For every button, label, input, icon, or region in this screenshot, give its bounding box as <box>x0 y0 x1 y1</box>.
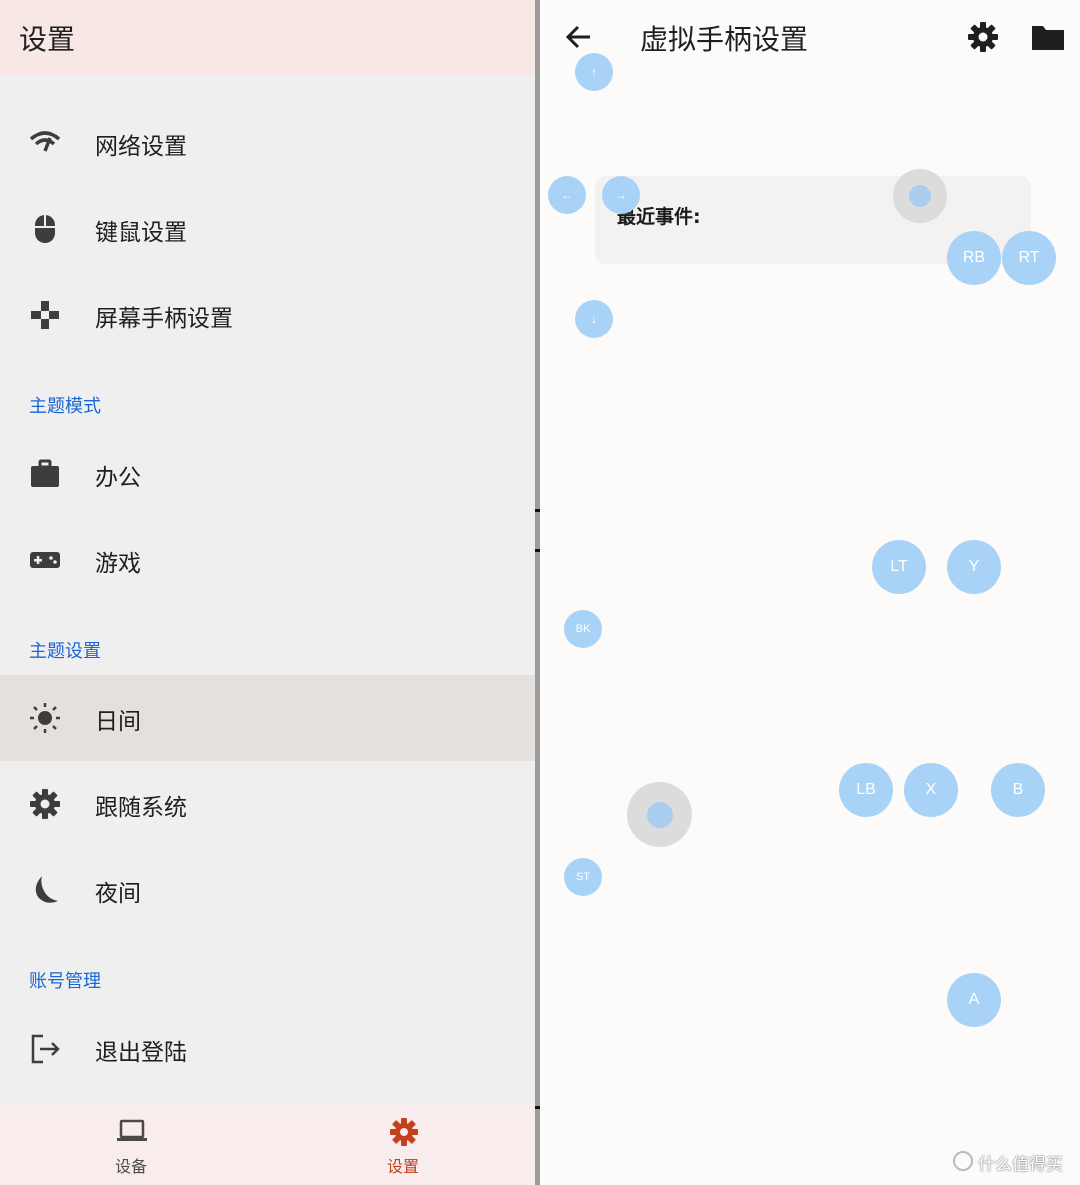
menu-label: 夜间 <box>95 881 141 907</box>
watermark-logo-icon <box>953 1151 973 1171</box>
right-joystick-knob[interactable] <box>909 185 931 207</box>
menu-item-night[interactable]: 夜间 <box>0 847 535 933</box>
gear-icon[interactable] <box>966 20 1000 54</box>
menu-item-network[interactable]: 网络设置 <box>0 100 535 186</box>
start-button[interactable]: ST <box>564 858 602 896</box>
settings-pane: 设置 网络设置 键鼠设置 屏幕手柄设置 主题模式 办公 游戏 主题设置 日间 跟… <box>0 0 535 1185</box>
menu-label: 屏幕手柄设置 <box>95 306 233 332</box>
rt-button[interactable]: RT <box>1002 231 1056 285</box>
lb-button[interactable]: LB <box>839 763 893 817</box>
sun-icon <box>30 703 60 733</box>
menu-item-game[interactable]: 游戏 <box>0 517 535 603</box>
section-theme-settings: 主题设置 <box>29 641 101 662</box>
menu-item-office[interactable]: 办公 <box>0 431 535 517</box>
mouse-icon <box>35 215 55 243</box>
virtual-gamepad-pane: 虚拟手柄设置 最近事件: ↑ ← → ↓ RB RT LT Y BK LB X … <box>540 0 1080 1185</box>
folder-icon[interactable] <box>1030 20 1066 54</box>
menu-item-logout[interactable]: 退出登陆 <box>0 1006 535 1092</box>
menu-label: 日间 <box>95 709 141 735</box>
moon-icon <box>35 876 58 903</box>
wifi-icon <box>29 131 61 152</box>
menu-item-keyboard-mouse[interactable]: 键鼠设置 <box>0 186 535 272</box>
page-title: 设置 <box>19 23 76 56</box>
bottom-nav: 设备 设置 <box>0 1105 535 1185</box>
gear-icon <box>390 1118 418 1146</box>
dpad-up-button[interactable]: ↑ <box>575 53 613 91</box>
page-title: 虚拟手柄设置 <box>640 23 809 56</box>
laptop-icon <box>117 1119 147 1141</box>
settings-header: 设置 <box>0 0 535 76</box>
gamepad-icon <box>31 301 59 329</box>
dpad-right-button[interactable]: → <box>602 176 640 214</box>
nav-devices[interactable]: 设备 <box>71 1105 191 1185</box>
lt-button[interactable]: LT <box>872 540 926 594</box>
nav-label: 设置 <box>386 1157 419 1176</box>
menu-label: 退出登陆 <box>95 1040 187 1066</box>
menu-item-day[interactable]: 日间 <box>0 675 535 761</box>
section-theme-mode: 主题模式 <box>29 396 101 417</box>
dpad-down-button[interactable]: ↓ <box>575 300 613 338</box>
logout-icon <box>31 1034 60 1064</box>
controller-icon <box>30 552 60 568</box>
section-account: 账号管理 <box>29 971 101 992</box>
menu-label: 网络设置 <box>95 134 187 160</box>
menu-label: 跟随系统 <box>95 795 187 821</box>
left-joystick-knob[interactable] <box>647 802 673 828</box>
dpad-left-button[interactable]: ← <box>548 176 586 214</box>
back-button[interactable]: BK <box>564 610 602 648</box>
menu-label: 游戏 <box>95 551 141 577</box>
gear-icon <box>30 789 60 819</box>
y-button[interactable]: Y <box>947 540 1001 594</box>
back-arrow-icon[interactable] <box>562 20 596 54</box>
x-button[interactable]: X <box>904 763 958 817</box>
menu-item-screen-gamepad[interactable]: 屏幕手柄设置 <box>0 272 535 358</box>
watermark-text: 什么值得买 <box>978 1155 1063 1175</box>
nav-label: 设备 <box>114 1157 147 1176</box>
b-button[interactable]: B <box>991 763 1045 817</box>
nav-settings[interactable]: 设置 <box>343 1105 463 1185</box>
menu-label: 键鼠设置 <box>95 220 187 246</box>
a-button[interactable]: A <box>947 973 1001 1027</box>
menu-label: 办公 <box>95 465 141 491</box>
menu-item-follow-system[interactable]: 跟随系统 <box>0 761 535 847</box>
briefcase-icon <box>31 459 59 487</box>
rb-button[interactable]: RB <box>947 231 1001 285</box>
